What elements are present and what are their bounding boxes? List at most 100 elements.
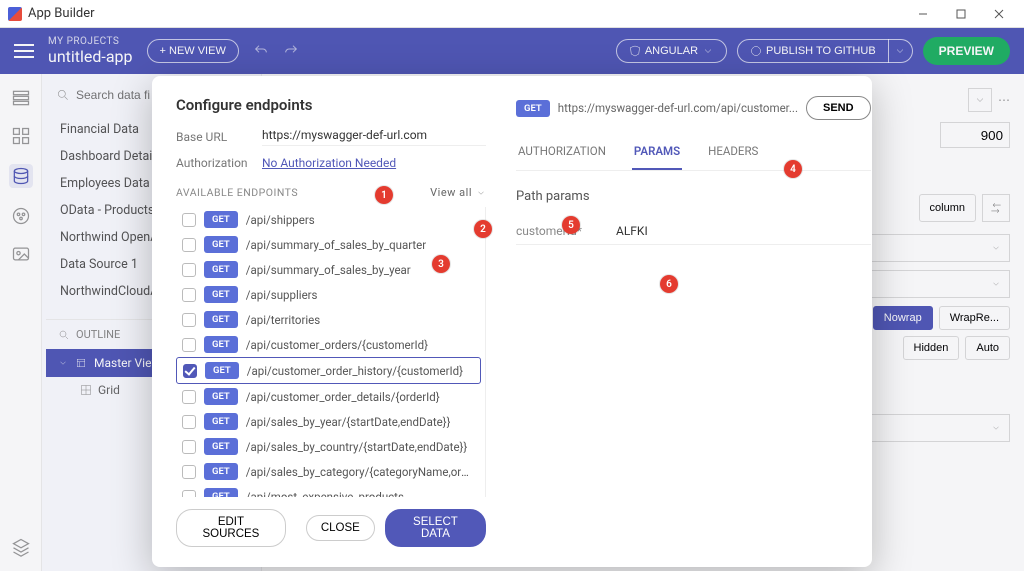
publish-button[interactable]: PUBLISH TO GITHUB [737,39,889,63]
column-button[interactable]: column [919,194,976,222]
search-icon [56,88,70,102]
chevron-down-icon [974,94,986,106]
chevron-down-icon [991,243,1001,253]
endpoint-checkbox[interactable] [182,213,196,227]
endpoint-checkbox[interactable] [182,238,196,252]
endpoint-row[interactable]: GET/api/suppliers [176,282,481,307]
window-title: App Builder [28,6,95,21]
select-data-button[interactable]: SELECT DATA [385,509,486,547]
endpoint-checkbox[interactable] [182,415,196,429]
configure-endpoints-modal: Configure endpoints Base URL https://mys… [152,76,872,567]
annotation-5: 5 [562,216,580,234]
authorization-label: Authorization [176,156,252,170]
endpoint-row[interactable]: GET/api/customer_orders/{customerId} [176,332,481,357]
endpoint-path: /api/customer_orders/{customerId} [246,338,428,352]
endpoint-path: /api/summary_of_sales_by_year [246,263,411,277]
request-url[interactable]: https://myswagger-def-url.com/api/custom… [558,101,798,115]
window-maximize-button[interactable] [944,4,978,24]
endpoints-list[interactable]: GET/api/shippersGET/api/summary_of_sales… [176,207,486,497]
endpoint-method-badge: GET [204,236,238,253]
hidden-button[interactable]: Hidden [903,336,960,360]
auto-button[interactable]: Auto [965,336,1010,360]
prop-dropdown[interactable] [968,88,992,112]
components-rail-icon[interactable] [11,126,31,146]
endpoint-row[interactable]: GET/api/shippers [176,207,481,232]
endpoint-checkbox[interactable] [182,313,196,327]
width-input[interactable] [940,122,1010,148]
prop-select-1[interactable] [850,234,1010,262]
endpoint-checkbox[interactable] [182,490,196,498]
theme-rail-icon[interactable] [11,206,31,226]
chevron-down-icon [476,188,486,198]
window-close-button[interactable] [982,4,1016,24]
endpoint-method-badge: GET [204,286,238,303]
endpoint-checkbox[interactable] [182,338,196,352]
annotation-4: 4 [784,160,802,178]
undo-icon[interactable] [253,43,269,59]
endpoint-row[interactable]: GET/api/territories [176,307,481,332]
base-url-label: Base URL [176,130,252,144]
swap-button[interactable] [982,194,1010,222]
layers-rail-icon[interactable] [11,537,31,557]
send-button[interactable]: SEND [806,96,871,120]
window-minimize-button[interactable] [906,4,940,24]
base-url-value[interactable]: https://myswagger-def-url.com [262,128,486,146]
endpoint-checkbox[interactable] [182,440,196,454]
endpoint-checkbox[interactable] [182,263,196,277]
app-name[interactable]: untitled-app [48,47,133,66]
modal-overlay: Configure endpoints Base URL https://mys… [0,28,1024,571]
framework-dropdown[interactable]: ANGULAR [616,39,727,63]
authorization-link[interactable]: No Authorization Needed [262,156,396,170]
modal-title: Configure endpoints [176,96,486,114]
endpoint-method-badge: GET [205,362,239,379]
endpoint-row[interactable]: GET/api/sales_by_category/{categoryName,… [176,459,481,484]
tab-headers[interactable]: HEADERS [706,134,760,170]
endpoint-path: /api/customer_order_details/{orderId} [246,390,440,404]
tab-params[interactable]: PARAMS [632,134,682,170]
endpoint-row[interactable]: GET/api/customer_order_details/{orderId} [176,384,481,409]
annotation-2: 2 [474,220,492,238]
projects-label: MY PROJECTS [48,36,133,47]
publish-dropdown-button[interactable] [888,39,913,63]
preview-button[interactable]: PREVIEW [923,37,1010,65]
prop-select-3[interactable] [850,414,1010,442]
endpoint-path: /api/suppliers [246,288,318,302]
redo-icon[interactable] [283,43,299,59]
endpoint-path: /api/territories [246,313,320,327]
endpoint-row[interactable]: GET/api/sales_by_country/{startDate,endD… [176,434,481,459]
prop-select-2[interactable]: rt [850,270,1010,298]
endpoint-row[interactable]: GET/api/summary_of_sales_by_quarter [176,232,481,257]
search-icon [58,329,70,341]
endpoint-checkbox[interactable] [182,465,196,479]
new-view-button[interactable]: + NEW VIEW [147,39,239,63]
data-rail-icon[interactable] [9,164,33,188]
endpoint-row[interactable]: GET/api/sales_by_year/{startDate,endDate… [176,409,481,434]
close-button[interactable]: CLOSE [306,515,375,541]
endpoint-row[interactable]: GET/api/most_expensive_products [176,484,481,497]
prop-more-icon[interactable]: ⋯ [998,93,1010,107]
nowrap-button[interactable]: Nowrap [873,306,933,330]
endpoint-row[interactable]: GET/api/customer_order_history/{customer… [176,357,481,384]
endpoint-path: /api/most_expensive_products [246,490,404,498]
annotation-6: 6 [660,275,678,293]
views-rail-icon[interactable] [11,88,31,108]
endpoint-method-badge: GET [204,336,238,353]
endpoint-path: /api/shippers [246,213,315,227]
tab-authorization[interactable]: AUTHORIZATION [516,134,608,170]
github-icon [750,45,762,57]
endpoint-method-badge: GET [204,438,238,455]
endpoint-checkbox[interactable] [182,390,196,404]
menu-toggle-button[interactable] [14,44,34,58]
endpoint-checkbox[interactable] [183,364,197,378]
endpoint-checkbox[interactable] [182,288,196,302]
view-all-toggle[interactable]: View all [430,186,486,199]
endpoint-method-badge: GET [204,311,238,328]
wrap-reverse-button[interactable]: WrapRe... [939,306,1010,330]
endpoint-method-badge: GET [204,388,238,405]
grid-label: Grid [98,383,120,397]
chevron-down-icon [894,45,906,57]
chevron-down-icon [991,279,1001,289]
assets-rail-icon[interactable] [11,244,31,264]
edit-sources-button[interactable]: EDIT SOURCES [176,509,286,547]
param-value[interactable]: ALFKI [616,224,648,238]
